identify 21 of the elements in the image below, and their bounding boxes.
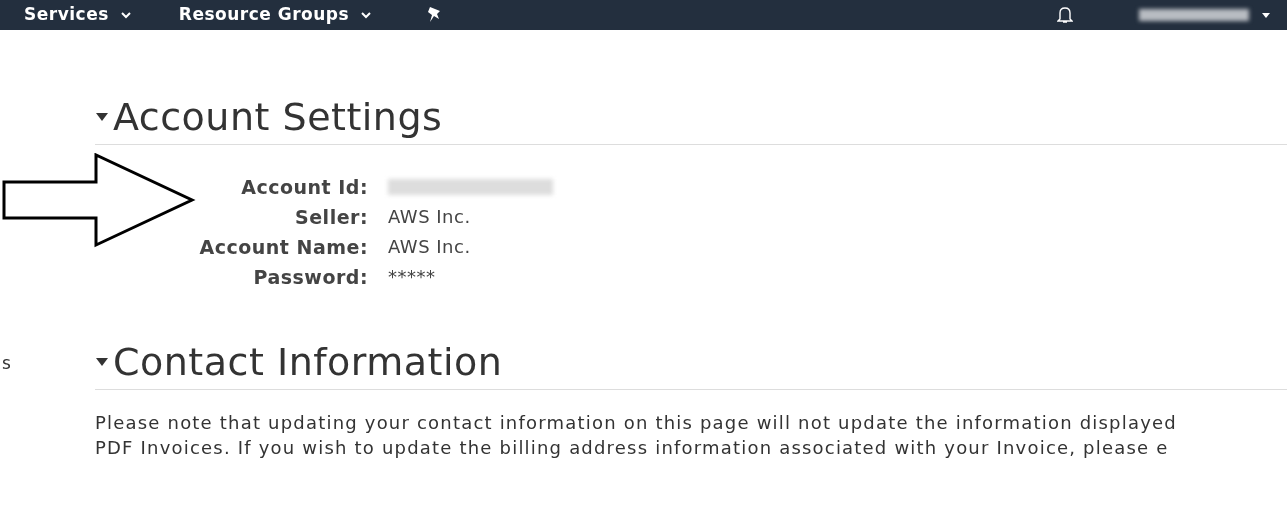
nav-menu[interactable]: Resource Groups [178,2,372,28]
nav-menu[interactable]: Services [24,2,131,28]
caret-icon[interactable] [95,112,109,122]
field-value: AWS Inc. [388,205,472,229]
bell-icon[interactable] [1057,6,1073,24]
sidebar-text[interactable]: s [2,351,11,377]
field-label: Account Id: [240,175,368,199]
field-value: AWS Inc. [388,235,472,259]
caret-icon[interactable] [95,357,109,367]
field-label: Password: [252,265,368,289]
field-label: Account Name: [198,235,368,259]
chevron-down-icon [120,11,131,19]
field-value: ***** [388,265,437,289]
notice-text: PDF Invoices. If you wish to update the billing address information associated with your Invoice, please e [95,436,1170,460]
field-label: Seller: [294,205,368,229]
section-heading[interactable]: Contact Information [113,339,503,385]
section-heading[interactable]: Account Settings [113,94,443,140]
notice-text: Please note that updating your contact information on this page will not update the information displayed [95,411,1178,435]
chevron-down-icon [361,11,372,19]
caret-down-icon [1261,11,1271,19]
account-menu[interactable] [1139,9,1271,21]
